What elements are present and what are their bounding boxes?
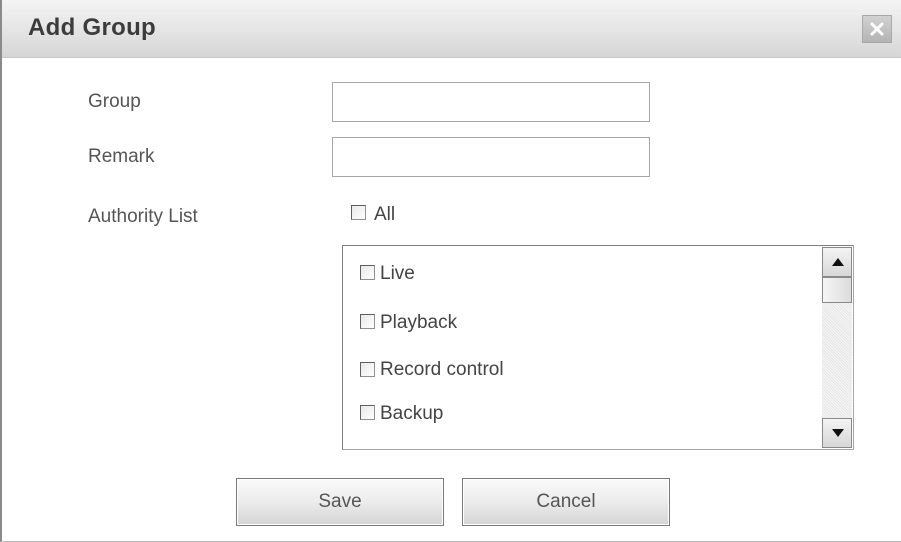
- authority-item-label: Playback: [380, 312, 458, 333]
- authority-listbox[interactable]: Live Playback Record control Backup: [342, 245, 854, 450]
- cancel-button[interactable]: Cancel: [462, 478, 670, 526]
- dialog-title: Add Group: [28, 14, 157, 41]
- add-group-dialog: Add Group Group Remark Authority List Al…: [0, 0, 901, 542]
- authority-item-label: Live: [380, 263, 415, 284]
- scrollbar-thumb[interactable]: [822, 277, 852, 303]
- close-button[interactable]: [862, 15, 892, 43]
- scroll-up-button[interactable]: [822, 247, 852, 277]
- group-label: Group: [88, 91, 141, 112]
- group-input[interactable]: [332, 82, 650, 122]
- remark-input[interactable]: [332, 137, 650, 177]
- authority-item-label: Backup: [380, 403, 444, 424]
- arrow-up-icon: [832, 258, 844, 266]
- authority-list-label: Authority List: [88, 206, 198, 227]
- scroll-down-button[interactable]: [822, 418, 852, 448]
- save-button[interactable]: Save: [236, 478, 444, 526]
- arrow-down-icon: [832, 429, 844, 437]
- authority-scrollbar[interactable]: [822, 247, 852, 448]
- authority-checkbox-playback[interactable]: [360, 314, 375, 329]
- authority-checkbox-live[interactable]: [360, 265, 375, 280]
- authority-checkbox-backup[interactable]: [360, 405, 375, 420]
- authority-checkbox-record-control[interactable]: [360, 362, 375, 377]
- close-icon: [870, 22, 884, 36]
- all-checkbox[interactable]: [351, 205, 366, 220]
- authority-item-label: Record control: [380, 359, 504, 380]
- all-checkbox-label: All: [374, 204, 396, 225]
- dialog-titlebar: Add Group: [2, 0, 901, 58]
- remark-label: Remark: [88, 146, 155, 167]
